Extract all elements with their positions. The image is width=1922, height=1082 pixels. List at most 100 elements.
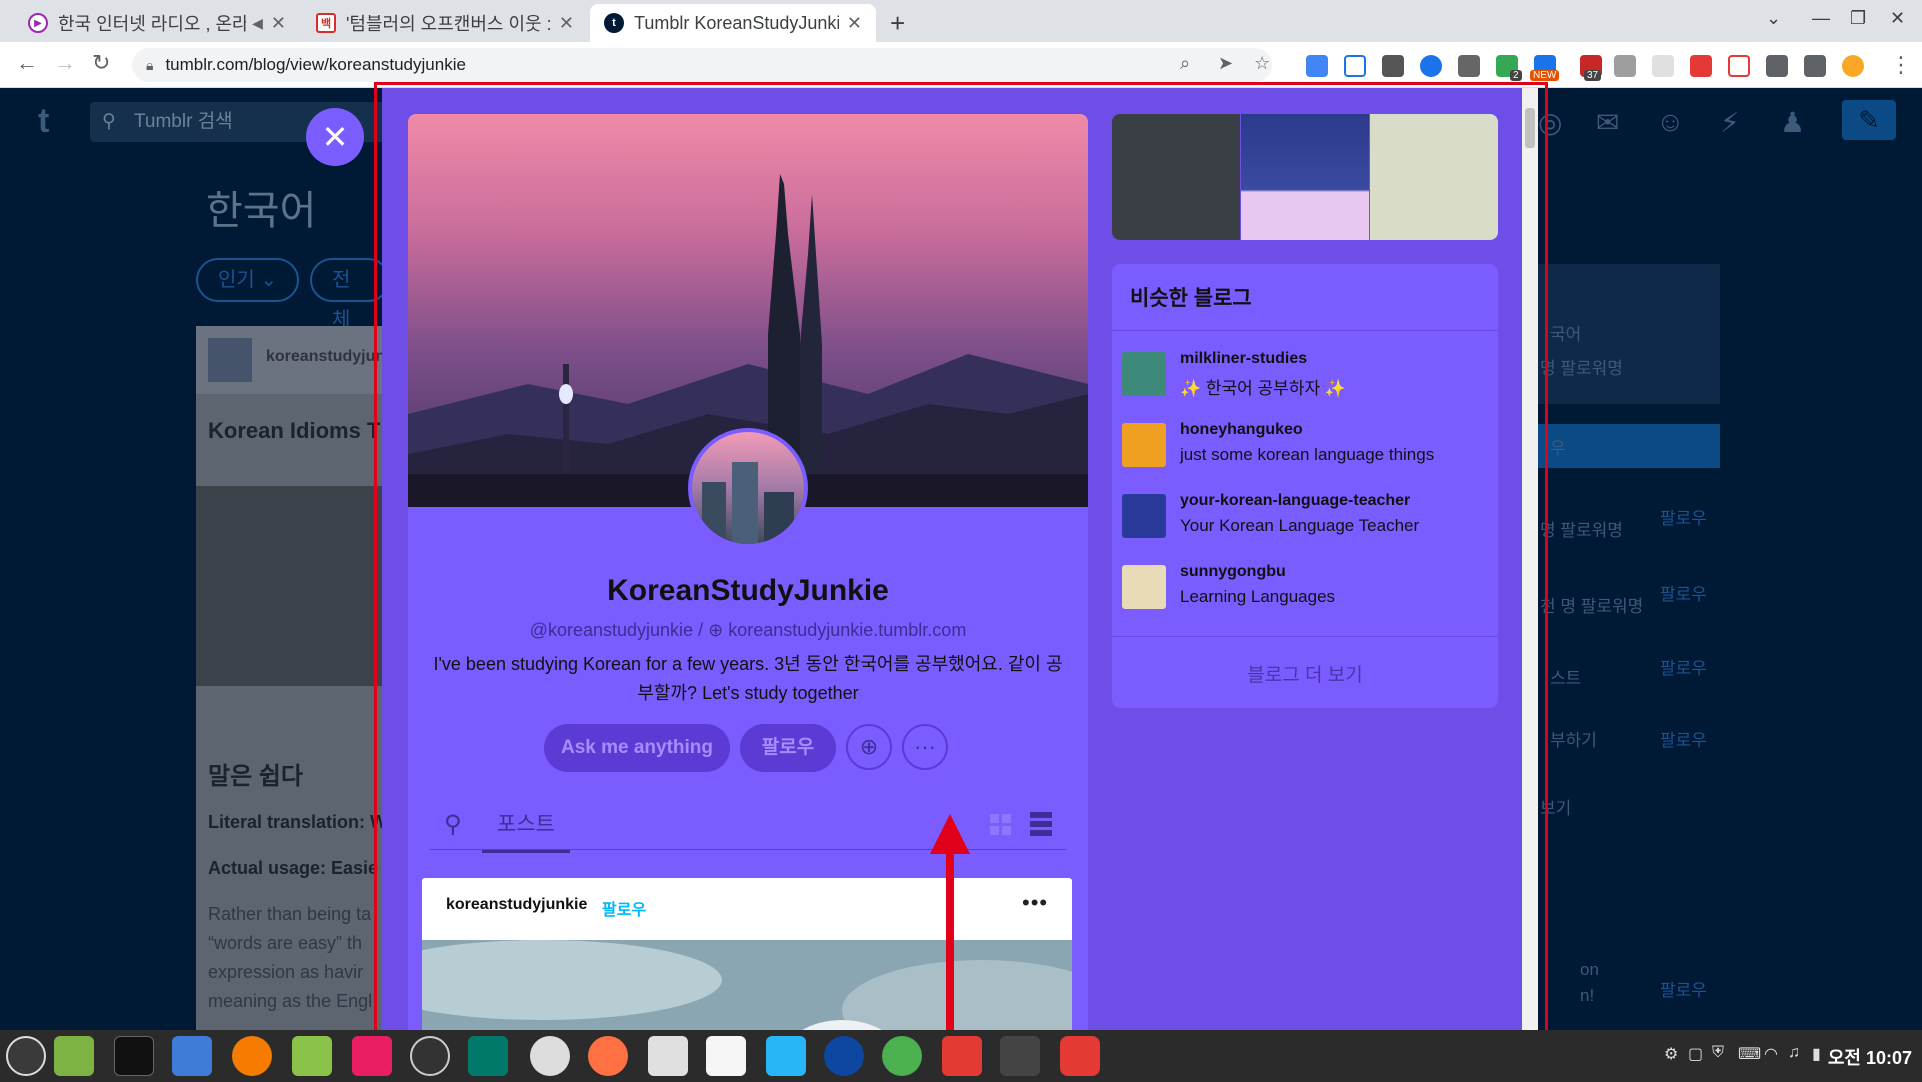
globe-extension-icon[interactable] xyxy=(1420,55,1442,77)
firefox-icon[interactable] xyxy=(588,1036,628,1076)
url-text[interactable]: tumblr.com/blog/view/koreanstudyjunkie xyxy=(165,55,465,75)
square-extension-icon[interactable] xyxy=(1458,55,1480,77)
bookmark-star-icon[interactable]: ☆ xyxy=(1254,53,1270,74)
follow-link[interactable]: 팔로우 xyxy=(1660,504,1707,529)
explore-icon[interactable]: ◎ xyxy=(1538,106,1562,139)
microphone-icon[interactable] xyxy=(1060,1036,1100,1076)
follow-link[interactable]: 팔로우 xyxy=(1660,726,1707,751)
post-author[interactable]: koreanstudyjunkie xyxy=(446,896,587,914)
new-tab-button[interactable]: + xyxy=(890,8,905,39)
avatar[interactable] xyxy=(1122,494,1166,538)
plus-extension-icon[interactable] xyxy=(1728,55,1750,77)
follow-link[interactable]: 팔로우 xyxy=(1660,976,1707,1001)
send-icon[interactable]: ➤ xyxy=(1218,53,1233,74)
blog-handle[interactable]: @koreanstudyjunkie xyxy=(530,620,693,640)
search-icon[interactable]: ⚲ xyxy=(444,810,462,839)
more-blogs-link[interactable]: 블로그 더 보기 xyxy=(1112,660,1498,687)
puzzle-extensions-icon[interactable] xyxy=(1766,55,1788,77)
close-tab-icon[interactable]: ✕ xyxy=(271,13,286,34)
blog-avatar[interactable] xyxy=(688,428,808,548)
folder-icon[interactable] xyxy=(292,1036,332,1076)
avatar[interactable] xyxy=(1122,352,1166,396)
terminal-icon[interactable] xyxy=(114,1036,154,1076)
gimp-icon[interactable] xyxy=(942,1036,982,1076)
clock[interactable]: 오전 10:07 xyxy=(1828,1044,1912,1070)
media-control-icon[interactable] xyxy=(1804,55,1826,77)
tab-korean-radio[interactable]: ▶ 한국 인터넷 라디오 , 온라 ◀ ✕ xyxy=(14,4,300,42)
modal-scrollbar[interactable] xyxy=(1522,88,1538,1030)
grid-view-icon[interactable] xyxy=(990,814,1012,836)
similar-blog-item[interactable]: honeyhangukeo just some korean language … xyxy=(1122,417,1492,477)
zoom-icon[interactable]: ⌕ xyxy=(1180,53,1190,74)
activity-icon[interactable]: ⚡ xyxy=(1720,106,1740,139)
chrome-icon[interactable] xyxy=(882,1036,922,1076)
blender-icon[interactable] xyxy=(232,1036,272,1076)
cursor-extension-icon[interactable] xyxy=(1652,55,1674,77)
similar-blog-item[interactable]: sunnygongbu Learning Languages xyxy=(1122,559,1492,619)
thumbnail-night-sky[interactable] xyxy=(1241,114,1369,240)
follow-link[interactable]: 팔로우 xyxy=(1660,654,1707,679)
list-view-icon[interactable] xyxy=(1030,812,1052,836)
more-options-icon[interactable]: ··· xyxy=(902,724,948,770)
lock-icon[interactable]: 🔒︎ xyxy=(146,57,153,74)
similar-blog-name[interactable]: honeyhangukeo xyxy=(1180,421,1303,439)
mail-extension-icon[interactable] xyxy=(1382,55,1404,77)
tray-icon[interactable]: ▢ xyxy=(1688,1044,1703,1064)
paint-icon[interactable] xyxy=(352,1036,392,1076)
ask-me-anything-button[interactable]: Ask me anything xyxy=(544,724,730,772)
scrollbar-thumb[interactable] xyxy=(1525,108,1535,148)
close-tab-icon[interactable]: ✕ xyxy=(559,13,574,34)
calculator-icon[interactable] xyxy=(1000,1036,1040,1076)
similar-blog-name[interactable]: sunnygongbu xyxy=(1180,563,1286,581)
follow-link[interactable]: 팔로우 xyxy=(1660,580,1707,605)
filter-all-dropdown[interactable]: 전체 xyxy=(310,258,390,331)
avatar[interactable] xyxy=(1122,565,1166,609)
thumbnail-keyboard[interactable] xyxy=(1112,114,1240,240)
similar-blog-name[interactable]: milkliner-studies xyxy=(1180,350,1307,368)
wifi-icon[interactable]: ◠ xyxy=(1764,1044,1778,1064)
mint-menu-icon[interactable] xyxy=(6,1036,46,1076)
thumbnail-anime[interactable] xyxy=(1370,114,1498,240)
tab-posts[interactable]: 포스트 xyxy=(482,808,570,853)
inkscape-icon[interactable] xyxy=(648,1036,688,1076)
avatar[interactable] xyxy=(1122,423,1166,467)
avatar[interactable] xyxy=(208,338,252,382)
post-follow-link[interactable]: 팔로우 xyxy=(602,896,646,920)
similar-blog-item[interactable]: milkliner-studies ✨ 한국어 공부하자 ✨ xyxy=(1122,346,1492,406)
sidebar-text[interactable]: 보기 xyxy=(1540,794,1571,819)
account-icon[interactable]: ♟ xyxy=(1780,106,1805,139)
restore-icon[interactable]: ❐ xyxy=(1850,8,1866,29)
messaging-icon[interactable]: ☺ xyxy=(1656,106,1685,138)
create-post-button[interactable]: ✎ xyxy=(1842,100,1896,140)
obs-icon[interactable] xyxy=(410,1036,450,1076)
tray-icon[interactable]: ⚙ xyxy=(1664,1044,1678,1064)
inbox-icon[interactable]: ✉ xyxy=(1596,106,1619,139)
files-icon[interactable] xyxy=(54,1036,94,1076)
translate-extension-icon[interactable] xyxy=(1306,55,1328,77)
post-image[interactable] xyxy=(422,940,1072,1030)
tumblr-logo-icon[interactable]: t xyxy=(38,102,49,141)
post-menu-icon[interactable]: ••• xyxy=(1022,890,1048,916)
tab-search-icon[interactable]: ⌄ xyxy=(1766,8,1781,29)
profile-avatar[interactable] xyxy=(1842,55,1864,77)
app-icon[interactable] xyxy=(172,1036,212,1076)
back-icon[interactable]: ← xyxy=(16,50,38,76)
tab-offcanvas[interactable]: 백 '텀블러의 오프캔버스 이웃 : ✕ xyxy=(302,4,588,42)
message-plus-icon[interactable]: ⊕ xyxy=(846,724,892,770)
close-modal-button[interactable]: ✕ xyxy=(306,108,364,166)
chromium-icon[interactable] xyxy=(530,1036,570,1076)
app-icon[interactable] xyxy=(824,1036,864,1076)
minimize-icon[interactable]: — xyxy=(1812,8,1830,29)
follow-button[interactable]: 팔로우 xyxy=(740,724,836,772)
tab-tumblr-active[interactable]: t Tumblr KoreanStudyJunkie ✕ xyxy=(590,4,876,42)
pen-extension-icon[interactable] xyxy=(1344,55,1366,77)
similar-blog-name[interactable]: your-korean-language-teacher xyxy=(1180,492,1410,510)
person-extension-icon[interactable] xyxy=(1614,55,1636,77)
shield-icon[interactable]: ⛨ xyxy=(1712,1044,1724,1062)
music-icon[interactable]: ♫ xyxy=(1788,1044,1800,1062)
keyboard-icon[interactable]: ⌨ xyxy=(1738,1044,1761,1064)
sort-popular-dropdown[interactable]: 인기 ⌄ xyxy=(196,258,300,302)
speaker-icon[interactable]: ◀ xyxy=(252,15,263,32)
close-window-icon[interactable]: ✕ xyxy=(1890,8,1905,29)
similar-blog-item[interactable]: your-korean-language-teacher Your Korean… xyxy=(1122,488,1492,548)
